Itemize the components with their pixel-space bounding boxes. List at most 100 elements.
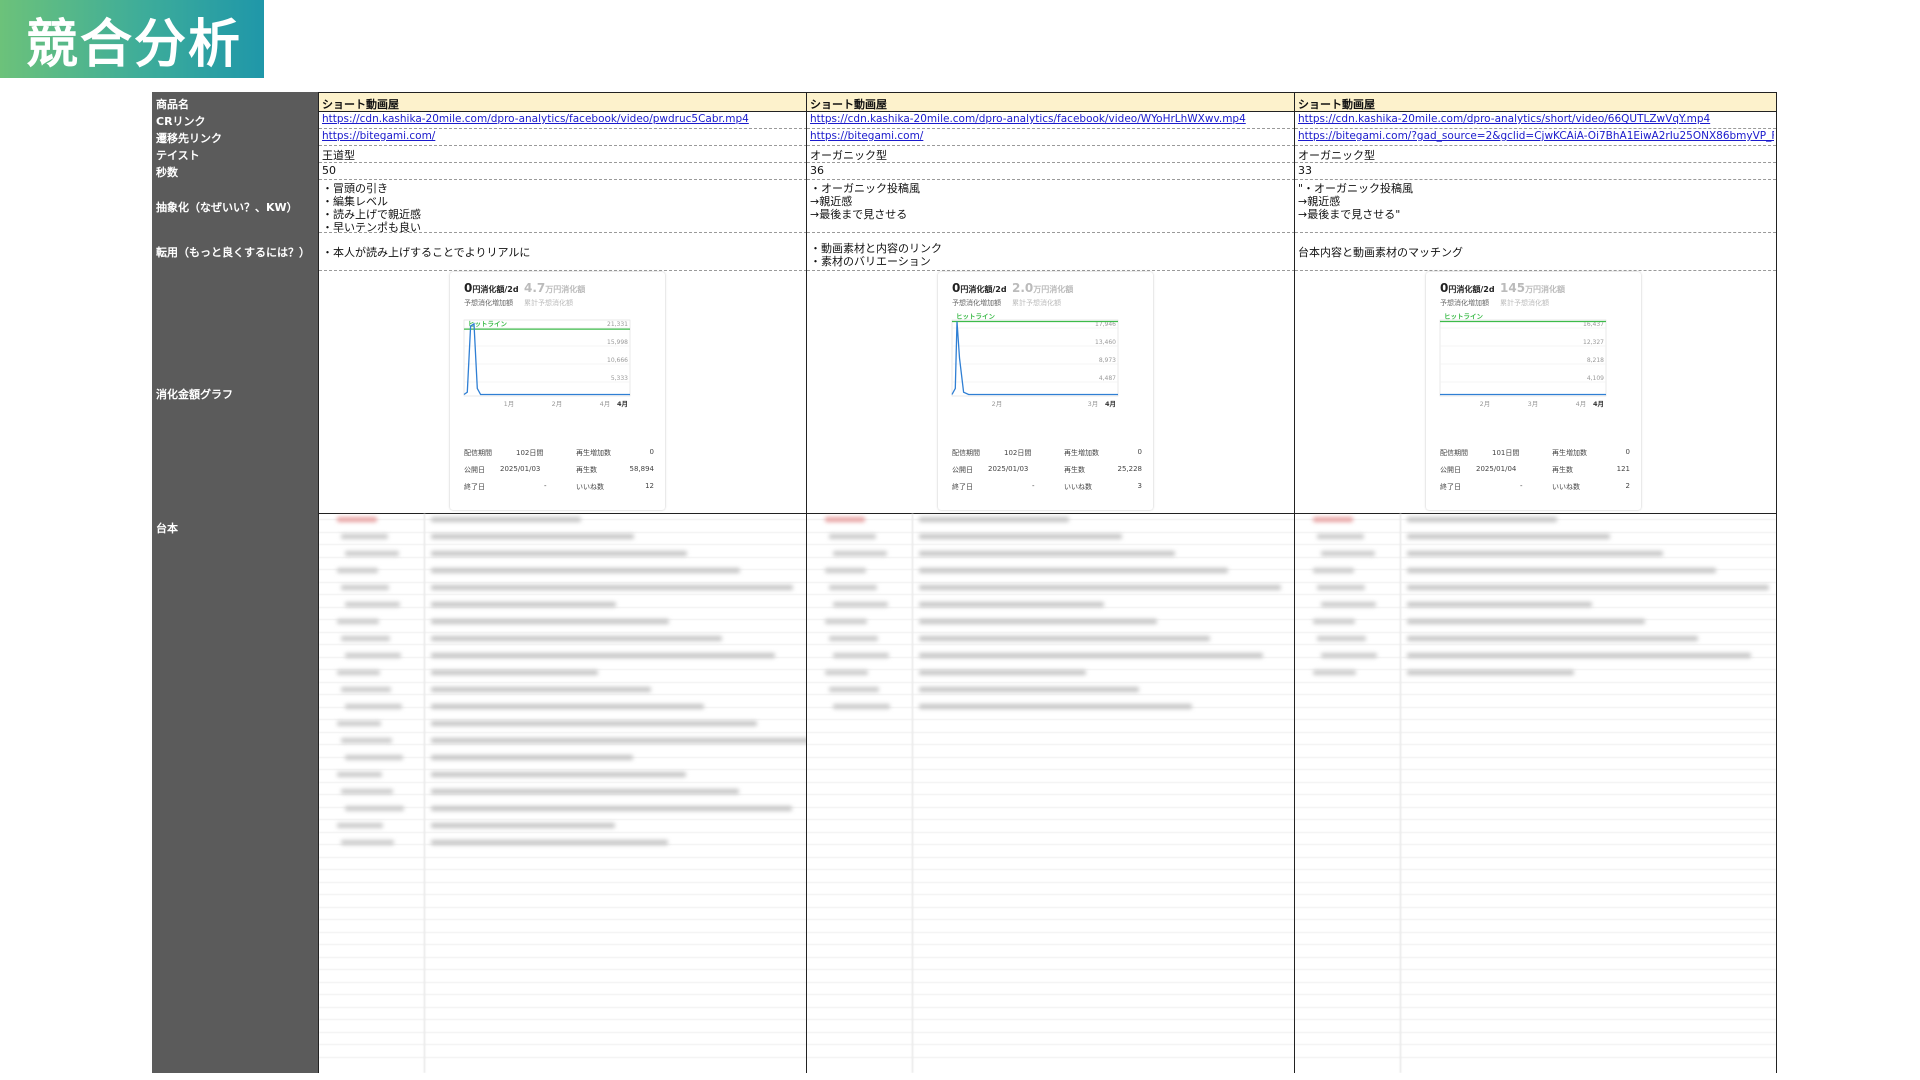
x-tick-label: 2月 [992, 400, 1003, 408]
blurred-line [431, 619, 669, 624]
blurred-line [431, 670, 598, 675]
text-line: ・読み上げで親近感 [322, 208, 421, 221]
blurred-speaker [341, 636, 390, 641]
spend-series-line [951, 321, 1118, 396]
x-tick-label: 4月 [1576, 400, 1587, 408]
plot-frame [463, 319, 631, 397]
script-gridline [319, 831, 807, 833]
blurred-line [919, 568, 1228, 573]
cr-link-row: https://cdn.kashika-20mile.com/dpro-anal… [319, 111, 807, 129]
stats-table: 配信期間 102日間 再生増加数 0 公開日 2025/01/03 再生数 58,894 終… [464, 448, 654, 499]
script-gridline [319, 931, 807, 933]
blurred-line [919, 534, 1122, 539]
dest-link[interactable]: https://bitegami.com/ [322, 130, 805, 142]
stat-publish_label: 公開日 [1440, 466, 1461, 474]
script-gridline [1295, 531, 1776, 533]
script-gridline [1295, 1031, 1776, 1033]
script-gridline [1295, 581, 1776, 583]
blurred-line [431, 568, 740, 573]
script-gridline [319, 981, 807, 983]
label-taste: テイスト [156, 149, 200, 162]
blurred-line [1407, 517, 1557, 522]
blurred-speaker [1321, 551, 1375, 556]
blurred-speaker [825, 568, 866, 573]
competitor-column: ショート動画屋 https://cdn.kashika-20mile.com/d… [1294, 92, 1777, 1073]
script-gridline [1295, 819, 1776, 820]
script-gridline [807, 806, 1295, 808]
script-gridline [807, 769, 1295, 770]
stat-plays: 58,894 [629, 465, 655, 473]
label-cr-link: CRリンク [156, 115, 206, 128]
x-tick-label: 3月 [1088, 400, 1099, 408]
script-gridline [1295, 731, 1776, 733]
text-line: →最後まで見させる [810, 208, 908, 221]
script-gridline [807, 1006, 1295, 1008]
blurred-line [431, 721, 757, 726]
blurred-speaker [341, 585, 389, 590]
cr-link[interactable]: https://cdn.kashika-20mile.com/dpro-anal… [1298, 113, 1774, 125]
blurred-speaker [1313, 517, 1353, 522]
stat-period_label: 配信期間 [952, 449, 980, 457]
abstraction-text: "・オーガニック投稿風 →親近感 →最後まで見させる" [1298, 182, 1774, 221]
dest-link[interactable]: https://bitegami.com/?gad_source=2&gclid… [1298, 130, 1774, 142]
cr-link[interactable]: https://cdn.kashika-20mile.com/dpro-anal… [322, 113, 805, 125]
blurred-speaker [1313, 670, 1356, 675]
amount-value: 0円消化額/2d [464, 281, 519, 295]
text-line: ・編集レベル [322, 195, 388, 208]
blurred-line [431, 602, 616, 607]
taste-value: 王道型 [322, 149, 355, 162]
graph-row: 0円消化額/2d 145万円消化額 予想消化増加額 累計予想消化額 16,437… [1295, 270, 1776, 514]
text-line: →最後まで見させる" [1298, 208, 1401, 221]
amount-value: 0円消化額/2d [1440, 281, 1495, 295]
label-graph: 消化金額グラフ [156, 388, 233, 401]
script-gridline [807, 1056, 1295, 1058]
script-divider [912, 513, 913, 1073]
script-gridline [1295, 869, 1776, 870]
script-gridline [1295, 906, 1776, 908]
script-gridline [319, 1019, 807, 1020]
script-gridline [807, 744, 1295, 745]
total-label: 累計予想消化額 [524, 299, 573, 307]
script-gridline [1295, 881, 1776, 883]
script-gridline [1295, 719, 1776, 720]
script-gridline [1295, 856, 1776, 858]
script-gridline [1295, 969, 1776, 970]
cr-link[interactable]: https://cdn.kashika-20mile.com/dpro-anal… [810, 113, 1293, 125]
blurred-line [919, 602, 1104, 607]
script-gridline [1295, 894, 1776, 895]
last-x-tick-label: 4月 [1105, 400, 1116, 408]
blurred-line [919, 585, 1281, 590]
blurred-speaker [345, 551, 399, 556]
script-gridline [319, 881, 807, 883]
stat-play_inc: 0 [1137, 448, 1142, 456]
page-title: 競合分析 [0, 0, 264, 78]
script-gridline [319, 994, 807, 995]
y-tick-label: 13,460 [1095, 339, 1116, 346]
script-gridline [1295, 844, 1776, 845]
blurred-speaker [1317, 585, 1365, 590]
stat-likes_label: いいね数 [576, 483, 604, 491]
spend-graph-card: 0円消化額/2d 145万円消化額 予想消化増加額 累計予想消化額 16,437… [1426, 272, 1641, 510]
competitor-analysis-sheet: 商品名 CRリンク 遷移先リンク テイスト 秒数 抽象化（なぜいい？、KW） 転… [152, 92, 1786, 1073]
script-gridline [1295, 956, 1776, 958]
seconds-value: 33 [1298, 164, 1312, 177]
stat-publish: 2025/01/04 [1476, 465, 1517, 473]
plot-frame [1439, 319, 1607, 397]
reuse-row: ・動画素材と内容のリンク ・素材のバリエーション [807, 232, 1295, 271]
script-gridline [807, 819, 1295, 820]
stat-period: 102日間 [516, 449, 544, 457]
abstraction-row: ・オーガニック投稿風 →親近感 →最後まで見させる [807, 179, 1295, 233]
y-tick-label: 8,973 [1099, 357, 1116, 364]
x-tick-label: 4月 [600, 400, 611, 408]
blurred-line [1407, 653, 1751, 658]
product-row: ショート動画屋 [319, 92, 807, 112]
script-gridline [319, 719, 807, 720]
text-line: →親近感 [810, 195, 853, 208]
script-gridline [1295, 706, 1776, 708]
spend-chart: 16,43712,3278,2184,109ヒットライン2月 3月 4月 4月 [1439, 313, 1607, 408]
blurred-speaker [833, 602, 888, 607]
abstraction-text: ・冒頭の引き ・編集レベル ・読み上げで親近感 ・早いテンポも良い [322, 182, 805, 234]
product-row: ショート動画屋 [1295, 92, 1776, 112]
blurred-speaker [1317, 534, 1364, 539]
dest-link[interactable]: https://bitegami.com/ [810, 130, 1293, 142]
